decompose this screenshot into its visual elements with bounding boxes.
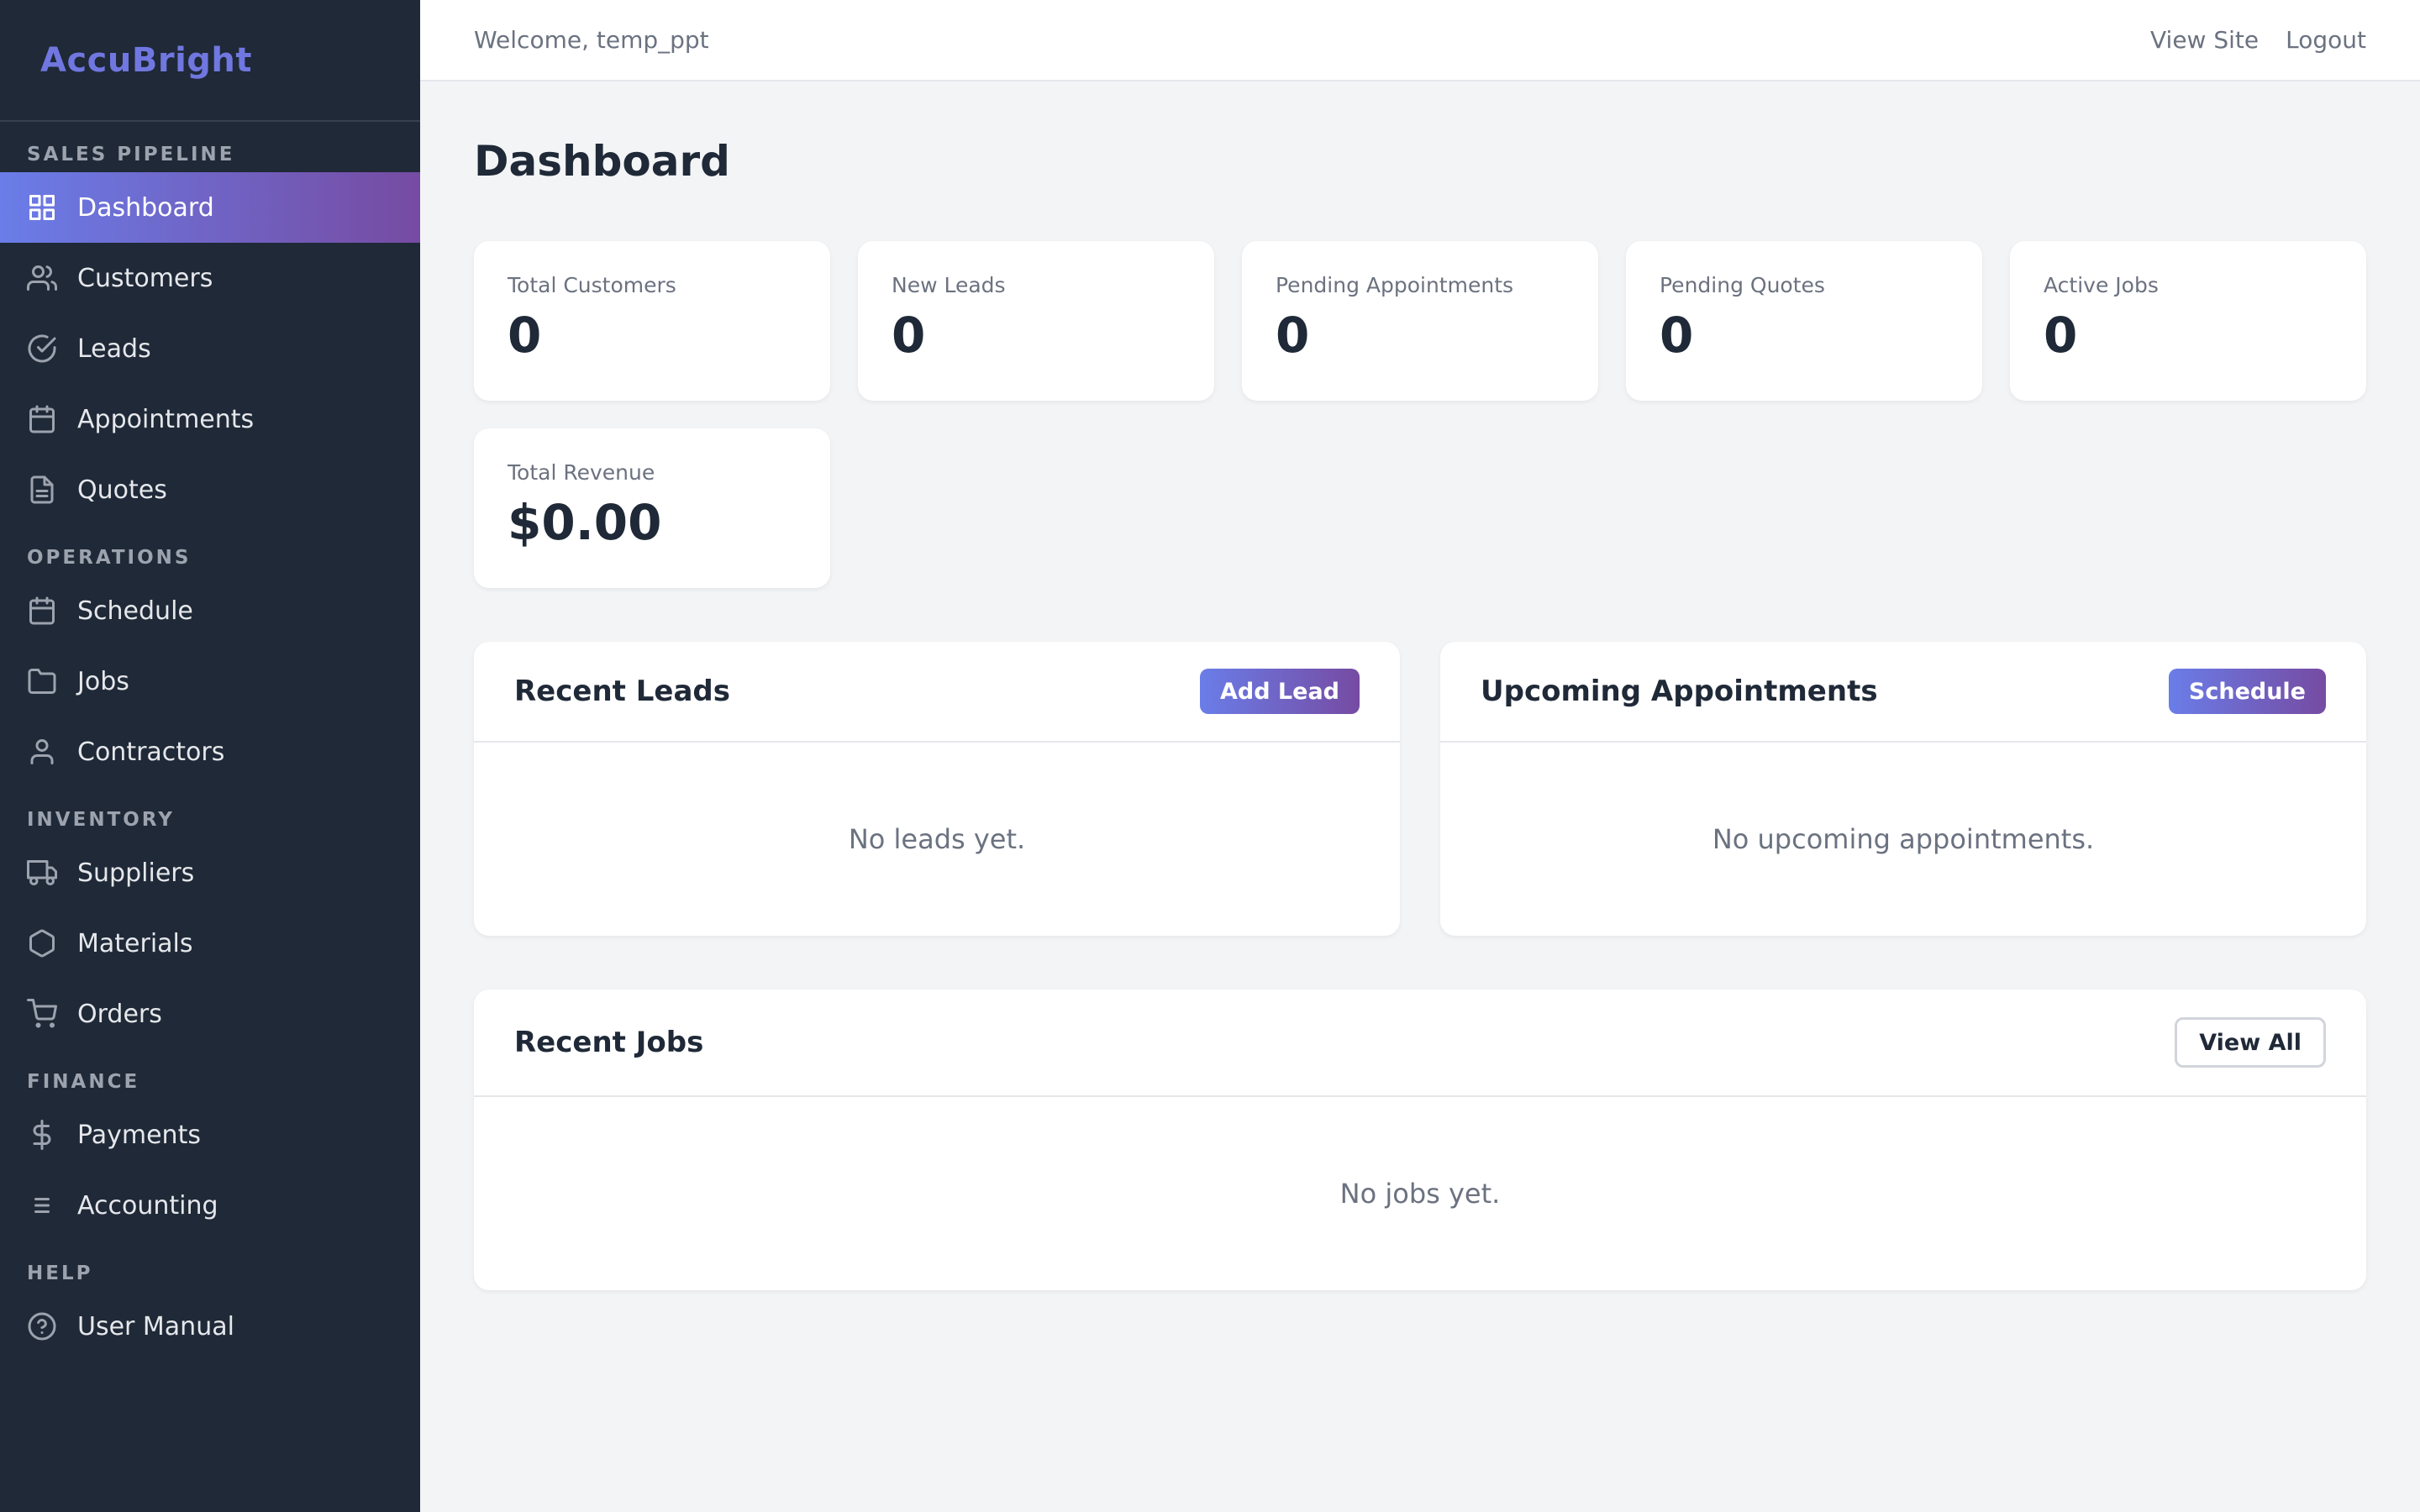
sidebar-item-label: Suppliers bbox=[77, 858, 195, 888]
sidebar: AccuBright SALES PIPELINE Dashboard Custom… bbox=[0, 0, 420, 1512]
check-circle-icon bbox=[27, 333, 57, 364]
sidebar-item-label: Leads bbox=[77, 333, 151, 364]
stat-value: 0 bbox=[508, 307, 542, 364]
panel-title: Recent Leads bbox=[514, 675, 730, 708]
schedule-button[interactable]: Schedule bbox=[2168, 669, 2326, 714]
stat-label: Pending Quotes bbox=[1660, 273, 1825, 297]
content: Dashboard Total Customers 0 New Leads 0 … bbox=[420, 81, 2420, 1290]
stat-value: 0 bbox=[1276, 307, 1310, 364]
sidebar-item-schedule[interactable]: Schedule bbox=[0, 575, 420, 646]
stat-value: 0 bbox=[1660, 307, 1694, 364]
app: AccuBright SALES PIPELINE Dashboard Custom… bbox=[0, 0, 2420, 1512]
page-title: Dashboard bbox=[474, 137, 730, 186]
sidebar-item-quotes[interactable]: Quotes bbox=[0, 454, 420, 525]
recent-leads-panel: Recent Leads Add Lead No leads yet. bbox=[474, 642, 1400, 936]
sidebar-section-title: FINANCE bbox=[27, 1071, 140, 1093]
sidebar-item-user-manual[interactable]: User Manual bbox=[0, 1291, 420, 1362]
sidebar-item-label: Appointments bbox=[77, 404, 255, 434]
cart-icon bbox=[27, 999, 57, 1029]
stat-card-total-customers: Total Customers 0 bbox=[474, 241, 830, 401]
sidebar-item-label: Contractors bbox=[77, 737, 225, 767]
panel-header: Recent Jobs View All bbox=[474, 990, 2366, 1097]
sidebar-item-label: Customers bbox=[77, 263, 213, 293]
folder-icon bbox=[27, 666, 57, 696]
stat-value: 0 bbox=[892, 307, 926, 364]
sidebar-item-suppliers[interactable]: Suppliers bbox=[0, 837, 420, 908]
stat-label: Total Customers bbox=[508, 273, 676, 297]
welcome-text: Welcome, temp_ppt bbox=[474, 26, 709, 54]
sidebar-nav: SALES PIPELINE Dashboard Customers Leads App… bbox=[0, 122, 420, 1362]
sidebar-section-title: INVENTORY bbox=[27, 809, 175, 831]
logout-link[interactable]: Logout bbox=[2286, 26, 2366, 54]
stat-label: Pending Appointments bbox=[1276, 273, 1514, 297]
topbar: Welcome, temp_ppt View Site Logout bbox=[420, 0, 2420, 81]
empty-state-text: No upcoming appointments. bbox=[1712, 823, 2095, 855]
users-icon bbox=[27, 263, 57, 293]
recent-jobs-panel: Recent Jobs View All No jobs yet. bbox=[474, 990, 2366, 1290]
sidebar-item-label: User Manual bbox=[77, 1311, 234, 1341]
sidebar-item-label: Dashboard bbox=[77, 192, 214, 223]
sidebar-item-materials[interactable]: Materials bbox=[0, 908, 420, 979]
empty-state-text: No leads yet. bbox=[848, 823, 1026, 855]
calendar-icon bbox=[27, 596, 57, 626]
empty-state-text: No jobs yet. bbox=[1339, 1178, 1501, 1210]
sidebar-item-label: Schedule bbox=[77, 596, 193, 626]
stat-label: New Leads bbox=[892, 273, 1006, 297]
main-area: Welcome, temp_ppt View Site Logout Dashb… bbox=[420, 0, 2420, 1512]
sidebar-item-dashboard[interactable]: Dashboard bbox=[0, 172, 420, 243]
view-all-button[interactable]: View All bbox=[2175, 1017, 2326, 1068]
stat-card-pending-appointments: Pending Appointments 0 bbox=[1242, 241, 1598, 401]
document-icon bbox=[27, 475, 57, 505]
user-icon bbox=[27, 737, 57, 767]
hexagon-icon bbox=[27, 928, 57, 958]
sidebar-item-contractors[interactable]: Contractors bbox=[0, 717, 420, 787]
sidebar-item-label: Orders bbox=[77, 999, 162, 1029]
list-icon bbox=[27, 1190, 57, 1221]
stat-card-new-leads: New Leads 0 bbox=[858, 241, 1214, 401]
sidebar-item-accounting[interactable]: Accounting bbox=[0, 1170, 420, 1241]
stat-label: Active Jobs bbox=[2044, 273, 2159, 297]
panel-body: No leads yet. bbox=[474, 743, 1400, 936]
stat-card-active-jobs: Active Jobs 0 bbox=[2010, 241, 2366, 401]
sidebar-item-customers[interactable]: Customers bbox=[0, 243, 420, 313]
sidebar-item-orders[interactable]: Orders bbox=[0, 979, 420, 1049]
panel-header: Recent Leads Add Lead bbox=[474, 642, 1400, 743]
stats-grid: Total Customers 0 New Leads 0 Pending Ap… bbox=[474, 241, 2366, 588]
brand: AccuBright bbox=[0, 0, 420, 122]
sidebar-section-title: SALES PIPELINE bbox=[27, 144, 235, 165]
sidebar-item-appointments[interactable]: Appointments bbox=[0, 384, 420, 454]
sidebar-item-label: Accounting bbox=[77, 1190, 218, 1221]
stat-label: Total Revenue bbox=[508, 460, 655, 485]
top-links: View Site Logout bbox=[2150, 26, 2366, 54]
help-circle-icon bbox=[27, 1311, 57, 1341]
add-lead-button[interactable]: Add Lead bbox=[1199, 669, 1360, 714]
stat-card-total-revenue: Total Revenue $0.00 bbox=[474, 428, 830, 588]
view-site-link[interactable]: View Site bbox=[2150, 26, 2259, 54]
truck-icon bbox=[27, 858, 57, 888]
calendar-icon bbox=[27, 404, 57, 434]
panels-row: Recent Leads Add Lead No leads yet. Upco… bbox=[474, 642, 2366, 936]
sidebar-item-leads[interactable]: Leads bbox=[0, 313, 420, 384]
panel-title: Upcoming Appointments bbox=[1481, 675, 1878, 708]
dollar-icon bbox=[27, 1120, 57, 1150]
panel-title: Recent Jobs bbox=[514, 1026, 704, 1059]
stat-value: $0.00 bbox=[508, 494, 662, 551]
panel-header: Upcoming Appointments Schedule bbox=[1440, 642, 2366, 743]
upcoming-appointments-panel: Upcoming Appointments Schedule No upcomi… bbox=[1440, 642, 2366, 936]
panel-body: No jobs yet. bbox=[474, 1097, 2366, 1290]
sidebar-section-title: OPERATIONS bbox=[27, 547, 192, 569]
sidebar-item-payments[interactable]: Payments bbox=[0, 1100, 420, 1170]
sidebar-section-title: HELP bbox=[27, 1263, 93, 1284]
grid-icon bbox=[27, 192, 57, 223]
sidebar-item-label: Jobs bbox=[77, 666, 129, 696]
stat-card-pending-quotes: Pending Quotes 0 bbox=[1626, 241, 1982, 401]
brand-logo-text[interactable]: AccuBright bbox=[40, 41, 252, 80]
sidebar-item-label: Quotes bbox=[77, 475, 167, 505]
panel-body: No upcoming appointments. bbox=[1440, 743, 2366, 936]
sidebar-item-jobs[interactable]: Jobs bbox=[0, 646, 420, 717]
sidebar-item-label: Materials bbox=[77, 928, 193, 958]
sidebar-item-label: Payments bbox=[77, 1120, 201, 1150]
stat-value: 0 bbox=[2044, 307, 2078, 364]
